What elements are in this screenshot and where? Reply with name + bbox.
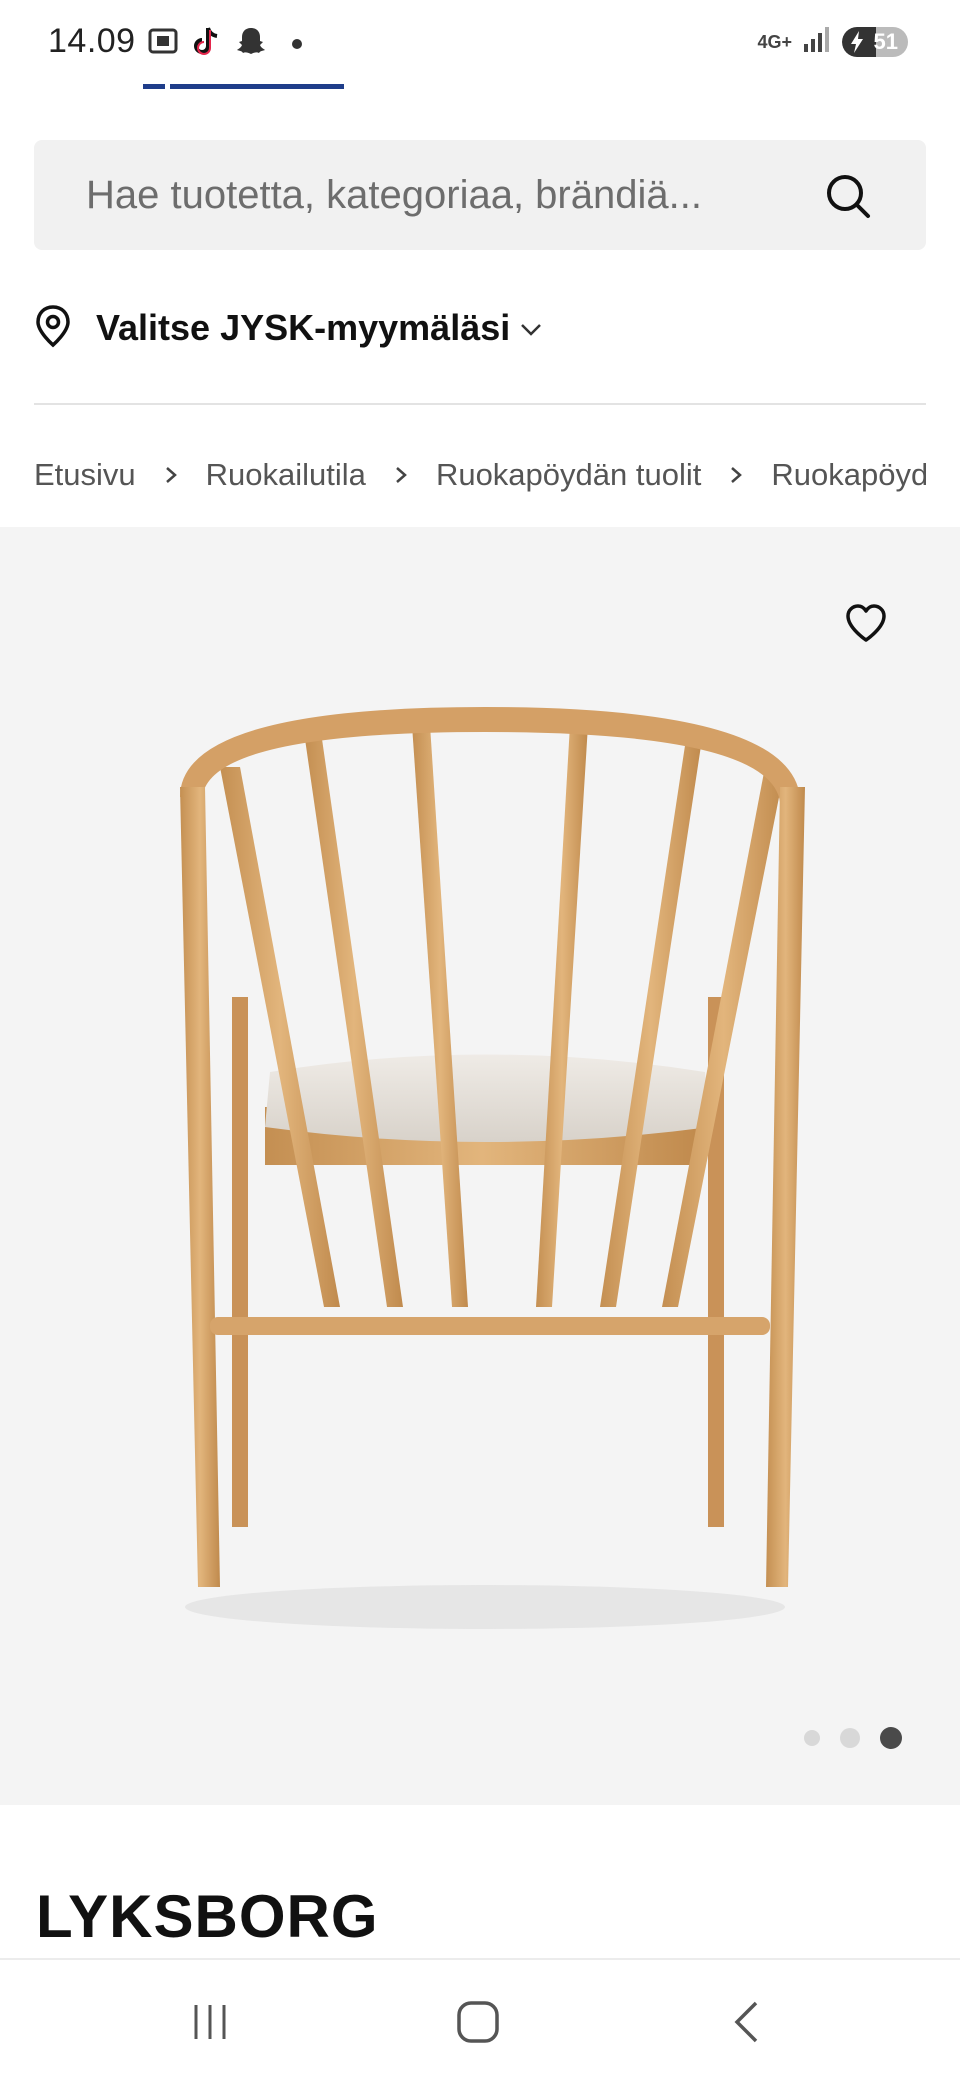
chevron-down-icon [520,323,542,342]
store-selector[interactable]: Valitse JYSK-myymäläsi [34,300,542,356]
dot-icon [292,38,302,49]
signal-icon [802,24,832,59]
system-navigation-bar [0,1958,960,2080]
breadcrumb-item-current[interactable]: Ruokapöydä [771,457,926,493]
recent-apps-icon[interactable] [180,1996,240,2048]
divider [34,403,926,405]
search-placeholder: Hae tuotetta, kategoriaa, brändiä... [86,173,702,217]
gallery-dot-2[interactable] [840,1728,860,1748]
search-icon[interactable] [824,172,872,220]
home-icon[interactable] [448,1996,508,2048]
status-time: 14.09 [48,22,136,60]
notification-icons [146,24,302,63]
breadcrumb-item-etusivu[interactable]: Etusivu [34,457,136,493]
tab-indicator-long [170,84,344,89]
chevron-right-icon [164,457,178,493]
screenshot-icon [146,24,180,63]
back-icon[interactable] [716,1996,776,2048]
chevron-right-icon [394,457,408,493]
tab-indicator-short [143,84,165,89]
status-bar: 14.09 4G+ 51 [0,0,960,92]
product-title: LYKSBORG [36,1883,379,1950]
tiktok-icon [190,24,224,63]
network-label: 4G+ [757,31,792,52]
heart-icon[interactable] [844,602,888,646]
location-pin-icon [34,304,72,353]
breadcrumb-item-ruokailutila[interactable]: Ruokailutila [206,457,366,493]
gallery-dot-3[interactable] [880,1727,902,1749]
product-image [140,697,820,1647]
product-image-gallery[interactable] [0,527,960,1805]
battery-icon: 51 [842,26,908,57]
gallery-dot-1[interactable] [804,1730,820,1746]
chevron-right-icon [729,457,743,493]
search-input[interactable]: Hae tuotetta, kategoriaa, brändiä... [34,140,926,250]
snapchat-icon [234,24,268,63]
store-label: Valitse JYSK-myymäläsi [96,307,511,348]
breadcrumb-item-ruokapoydan-tuolit[interactable]: Ruokapöydän tuolit [436,457,701,493]
breadcrumb: Etusivu Ruokailutila Ruokapöydän tuolit … [34,452,926,498]
system-icons: 4G+ 51 [757,24,908,59]
gallery-pagination [804,1727,902,1749]
product-page: 14.09 4G+ 51 Hae tuotetta, kategoriaa, b… [0,0,960,2080]
